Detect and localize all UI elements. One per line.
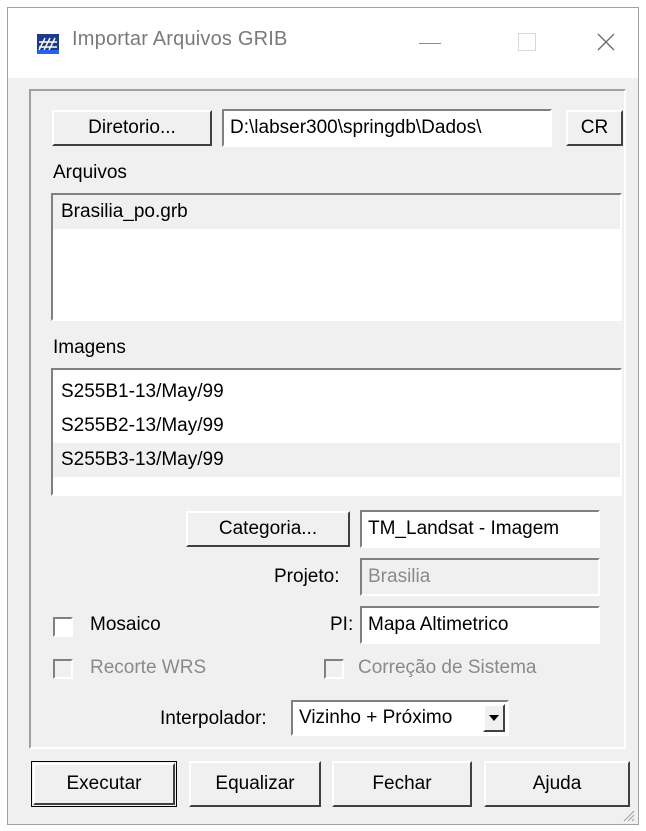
recorte-wrs-label: Recorte WRS	[90, 657, 207, 678]
categoria-field[interactable]: TM_Landsat - Imagem	[360, 510, 600, 548]
minimize-icon[interactable]	[401, 8, 461, 78]
import-grib-dialog: Importar Arquivos GRIB Diretorio... D:\l…	[7, 7, 639, 825]
chevron-down-icon[interactable]	[483, 704, 505, 732]
projeto-label: Projeto:	[274, 566, 340, 587]
mosaico-label[interactable]: Mosaico	[90, 614, 161, 636]
executar-button[interactable]: Executar	[31, 761, 177, 807]
cr-button[interactable]: CR	[566, 110, 623, 146]
list-item[interactable]: S255B1-13/May/99	[53, 375, 620, 409]
projeto-field: Brasilia	[360, 558, 600, 596]
correcao-sistema-label: Correção de Sistema	[358, 657, 537, 678]
interpolador-value: Vizinho + Próximo	[299, 707, 453, 728]
ajuda-button[interactable]: Ajuda	[484, 761, 630, 807]
recorte-wrs-checkbox	[53, 659, 73, 679]
fechar-button[interactable]: Fechar	[332, 761, 472, 807]
imagens-label: Imagens	[53, 337, 126, 358]
arquivos-list[interactable]: Brasilia_po.grb	[51, 193, 622, 321]
list-item[interactable]: S255B2-13/May/99	[53, 409, 620, 443]
pi-field[interactable]: Mapa Altimetrico	[360, 606, 600, 644]
categoria-button[interactable]: Categoria...	[186, 511, 350, 547]
title-bar[interactable]: Importar Arquivos GRIB	[8, 8, 638, 78]
correcao-sistema-checkbox	[324, 659, 344, 679]
directory-field[interactable]: D:\labser300\springdb\Dados\	[222, 109, 552, 147]
interpolador-select[interactable]: Vizinho + Próximo	[291, 700, 509, 736]
imagens-list[interactable]: S255B1-13/May/99 S255B2-13/May/99 S255B3…	[51, 368, 622, 496]
executar-label: Executar	[66, 773, 142, 794]
close-icon[interactable]	[576, 8, 636, 78]
grib-grid-icon	[36, 33, 60, 55]
equalizar-button[interactable]: Equalizar	[189, 761, 321, 807]
interpolador-label: Interpolador:	[160, 708, 267, 729]
executar-button-face: Executar	[33, 763, 175, 805]
list-item[interactable]: Brasilia_po.grb	[53, 195, 620, 229]
pi-label: PI:	[330, 614, 354, 635]
arquivos-label: Arquivos	[53, 162, 127, 183]
resize-grip-icon[interactable]	[623, 809, 635, 822]
window-title: Importar Arquivos GRIB	[72, 28, 288, 50]
list-item[interactable]: S255B3-13/May/99	[53, 443, 620, 477]
mosaico-checkbox[interactable]	[53, 617, 73, 637]
directory-button[interactable]: Diretorio...	[52, 110, 212, 146]
maximize-icon[interactable]	[498, 8, 558, 78]
